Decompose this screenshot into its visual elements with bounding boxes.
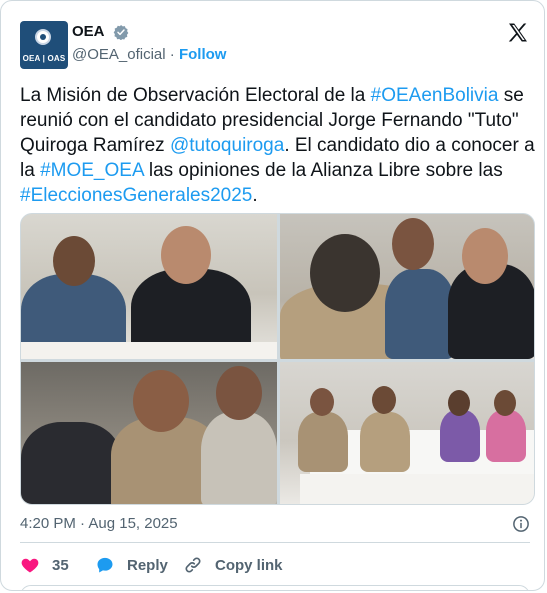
like-count: 35 — [52, 556, 69, 574]
info-icon[interactable] — [512, 515, 530, 533]
tweet-text-segment: . — [252, 185, 258, 206]
tweet-media-grid[interactable] — [20, 213, 535, 505]
verified-badge-icon — [113, 24, 129, 40]
hashtag-link[interactable]: #EleccionesGenerales2025 — [20, 185, 252, 206]
tweet-timestamp[interactable]: 4:20 PM · Aug 15, 2025 — [20, 515, 178, 532]
avatar-logo-text: OEA | OAS — [22, 54, 66, 63]
reply-button[interactable]: Reply — [95, 553, 168, 577]
tweet-card: OEA | OAS OEA @OEA_oficial · Follow La M… — [0, 0, 545, 591]
hashtag-link[interactable]: #MOE_OEA — [40, 160, 144, 181]
link-icon — [185, 557, 201, 573]
oea-globe-logo-icon — [35, 29, 51, 45]
heart-icon — [21, 558, 39, 573]
tweet-text: La Misión de Observación Electoral de la… — [20, 83, 540, 208]
tweet-text-segment: las opiniones de la Alianza Libre sobre … — [143, 160, 503, 181]
copy-link-label: Copy link — [215, 556, 283, 574]
account-handle[interactable]: @OEA_oficial — [72, 46, 166, 63]
tweet-meta: 4:20 PM · Aug 15, 2025 — [20, 515, 530, 535]
reply-label: Reply — [127, 556, 168, 574]
handle-separator: · — [169, 46, 175, 63]
follow-button[interactable]: Follow — [179, 46, 227, 63]
divider — [20, 542, 530, 543]
read-replies-button[interactable] — [20, 585, 530, 590]
media-photo-4[interactable] — [280, 362, 534, 504]
tweet-header: OEA | OAS OEA @OEA_oficial · Follow — [20, 19, 530, 69]
media-photo-1[interactable] — [21, 214, 277, 359]
tweet-text-segment: La Misión de Observación Electoral de la — [20, 85, 371, 106]
account-names: OEA @OEA_oficial · Follow — [72, 23, 226, 63]
x-logo-icon[interactable] — [506, 21, 530, 45]
handle-row: @OEA_oficial · Follow — [72, 46, 226, 63]
like-button[interactable]: 35 — [20, 553, 69, 577]
avatar[interactable]: OEA | OAS — [20, 21, 68, 69]
tweet-actions: 35 Reply Copy link — [20, 553, 530, 577]
mention-link[interactable]: @tutoquiroga — [170, 135, 284, 156]
hashtag-link[interactable]: #OEAenBolivia — [371, 85, 499, 106]
display-name[interactable]: OEA — [72, 23, 105, 40]
media-photo-3[interactable] — [21, 362, 277, 504]
speech-bubble-icon — [97, 557, 113, 573]
copy-link-button[interactable]: Copy link — [183, 553, 283, 577]
media-photo-2[interactable] — [280, 214, 534, 359]
